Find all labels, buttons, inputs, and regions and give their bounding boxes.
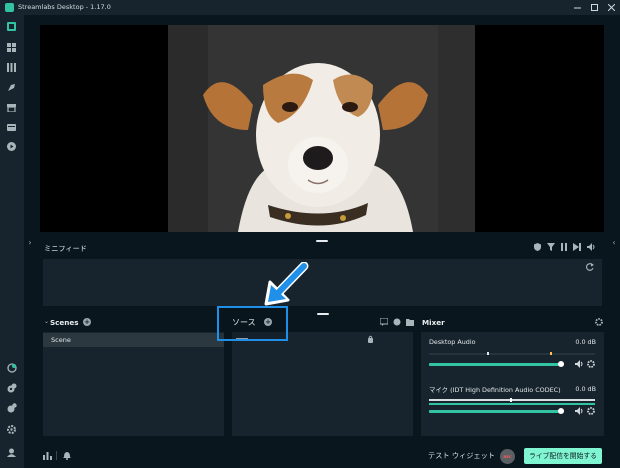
dashboard-icon[interactable] (6, 21, 17, 32)
speaker-icon[interactable] (575, 360, 583, 370)
streamlabs-logo-icon (5, 3, 14, 12)
add-source-button[interactable]: + (264, 318, 272, 326)
volume-fader-knob[interactable] (558, 408, 564, 414)
source-lock-icon[interactable] (380, 318, 388, 326)
meter-peak-marker (487, 352, 489, 355)
filter-icon[interactable] (547, 243, 555, 251)
settings-multi-icon[interactable] (6, 402, 17, 413)
audio-level-meter-active (429, 403, 595, 405)
profile-icon[interactable] (6, 447, 17, 458)
shield-icon[interactable] (534, 243, 541, 251)
scenes-title: Scenes (50, 318, 79, 327)
settings-gear-icon[interactable] (6, 424, 17, 435)
minifeed-panel (43, 259, 602, 306)
pointer-arrow-icon (264, 261, 310, 308)
mixer-title: Mixer (422, 318, 445, 327)
scene-item-label: Scene (51, 336, 71, 344)
volume-icon[interactable] (587, 243, 595, 251)
close-icon[interactable] (603, 0, 620, 15)
window-title: Streamlabs Desktop - 1.17.0 (18, 3, 111, 11)
maximize-icon[interactable] (586, 0, 603, 15)
source-visibility-icon[interactable] (367, 335, 374, 345)
volume-fader-fill (429, 363, 561, 366)
minifeed-toolbar (534, 243, 595, 251)
volume-fader-knob[interactable] (558, 361, 564, 367)
stats-bar-chart-icon[interactable] (43, 451, 52, 462)
mixer-channel-name: マイク (IDT High Definition Audio CODEC) (429, 386, 561, 394)
video-icon[interactable] (6, 122, 17, 133)
record-button[interactable]: REC (500, 449, 515, 464)
chevron-right-icon[interactable]: › (26, 236, 34, 248)
sources-title: ソース (232, 318, 256, 327)
mixer-channel-db: 0.0 dB (575, 385, 596, 393)
notification-bell-icon[interactable] (63, 451, 71, 462)
mixer-channel-db: 0.0 dB (575, 338, 596, 346)
audio-level-meter (429, 353, 595, 355)
resize-handle-docks[interactable] (317, 313, 329, 315)
sources-toolbar (380, 318, 414, 326)
minifeed-title: ミニフィード (44, 244, 87, 253)
resize-handle[interactable] (316, 240, 328, 242)
mixer-panel (421, 332, 604, 436)
go-live-button[interactable]: ライブ配信を開始する (524, 448, 602, 464)
speaker-icon[interactable] (575, 407, 583, 417)
volume-fader-fill (429, 410, 561, 413)
themes-icon[interactable] (6, 62, 17, 73)
test-widgets-link[interactable]: テスト ウィジェット (428, 451, 495, 461)
audio-level-meter (429, 399, 595, 401)
mixer-settings-icon[interactable] (595, 318, 603, 328)
layout-icon[interactable] (6, 42, 17, 53)
meter-peak-warning (550, 352, 552, 355)
sources-panel (232, 332, 413, 436)
studio-mode-icon[interactable] (6, 362, 17, 373)
add-scene-button[interactable]: + (83, 318, 91, 326)
dog-photo-preview (168, 25, 475, 232)
channel-settings-gear-icon[interactable] (587, 407, 595, 417)
skip-icon[interactable] (573, 243, 581, 251)
source-audio-icon[interactable] (393, 318, 401, 326)
app-store-icon[interactable] (6, 82, 17, 93)
minimize-icon[interactable] (569, 0, 586, 15)
refresh-icon[interactable] (586, 263, 594, 273)
scenes-panel (43, 332, 224, 436)
highlighter-icon[interactable] (6, 141, 17, 152)
chevron-left-icon[interactable]: ‹ (610, 236, 618, 248)
layout-editor-icon[interactable] (6, 382, 17, 393)
channel-settings-gear-icon[interactable] (587, 360, 595, 370)
collapse-chevron-icon[interactable]: ⌄ (44, 318, 49, 325)
store-icon[interactable] (6, 102, 17, 113)
folder-icon[interactable] (406, 318, 414, 326)
mixer-channel-name: Desktop Audio (429, 338, 476, 346)
footer-divider (56, 451, 57, 460)
meter-peak-marker (510, 398, 512, 402)
pause-icon[interactable] (561, 243, 567, 251)
